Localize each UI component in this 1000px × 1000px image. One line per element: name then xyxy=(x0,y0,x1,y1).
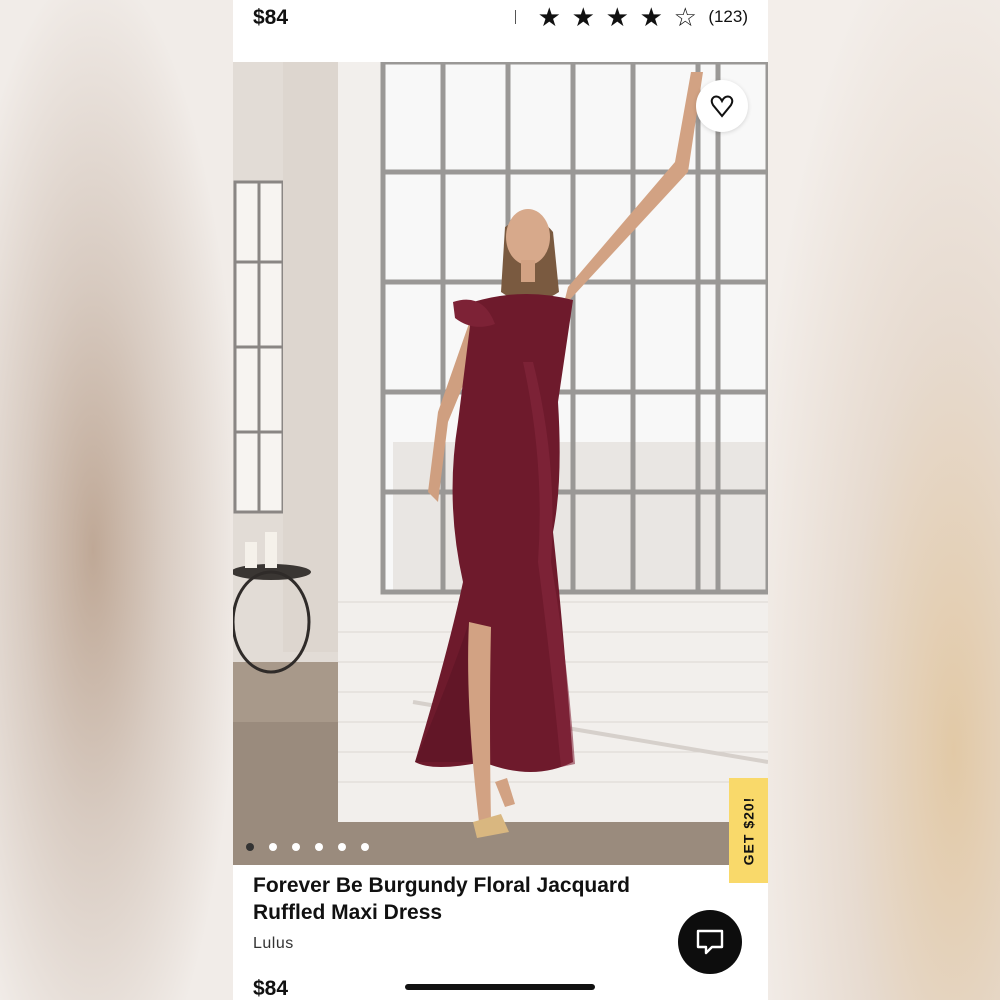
product-screen: $84 ★ ★ ★ ★ ☆ (123) GET $20! Forever Be … xyxy=(233,0,768,1000)
star-filled-icon: ★ xyxy=(639,2,663,32)
carousel-dots[interactable] xyxy=(246,843,369,851)
favorite-button[interactable] xyxy=(696,80,748,132)
product-title: Forever Be Burgundy Floral Jacquard Ruff… xyxy=(253,874,630,924)
carousel-dot[interactable] xyxy=(292,843,300,851)
carousel-dot[interactable] xyxy=(338,843,346,851)
divider xyxy=(515,10,517,24)
blurred-backdrop-right xyxy=(768,0,1000,1000)
carousel-dot[interactable] xyxy=(246,843,254,851)
rating[interactable]: ★ ★ ★ ★ ☆ (123) xyxy=(515,4,748,30)
product-photo xyxy=(233,62,768,865)
product-image-gallery[interactable] xyxy=(233,62,768,865)
carousel-dot[interactable] xyxy=(361,843,369,851)
blurred-backdrop-left xyxy=(0,0,233,1000)
promo-tab[interactable]: GET $20! xyxy=(729,778,768,883)
carousel-dot[interactable] xyxy=(315,843,323,851)
chat-bubble-icon xyxy=(696,929,724,955)
star-outline-icon: ☆ xyxy=(673,2,697,32)
promo-label: GET $20! xyxy=(740,796,757,865)
home-indicator xyxy=(405,984,595,990)
star-filled-icon: ★ xyxy=(571,2,595,32)
chat-button[interactable] xyxy=(678,910,742,974)
carousel-dot[interactable] xyxy=(269,843,277,851)
price-bottom: $84 xyxy=(253,977,289,1000)
brand-name[interactable]: Lulus xyxy=(253,935,294,953)
star-filled-icon: ★ xyxy=(537,2,561,32)
review-count[interactable]: (123) xyxy=(708,7,748,27)
star-filled-icon: ★ xyxy=(605,2,629,32)
heart-outline-icon xyxy=(710,95,734,118)
price-top: $84 xyxy=(253,6,289,29)
